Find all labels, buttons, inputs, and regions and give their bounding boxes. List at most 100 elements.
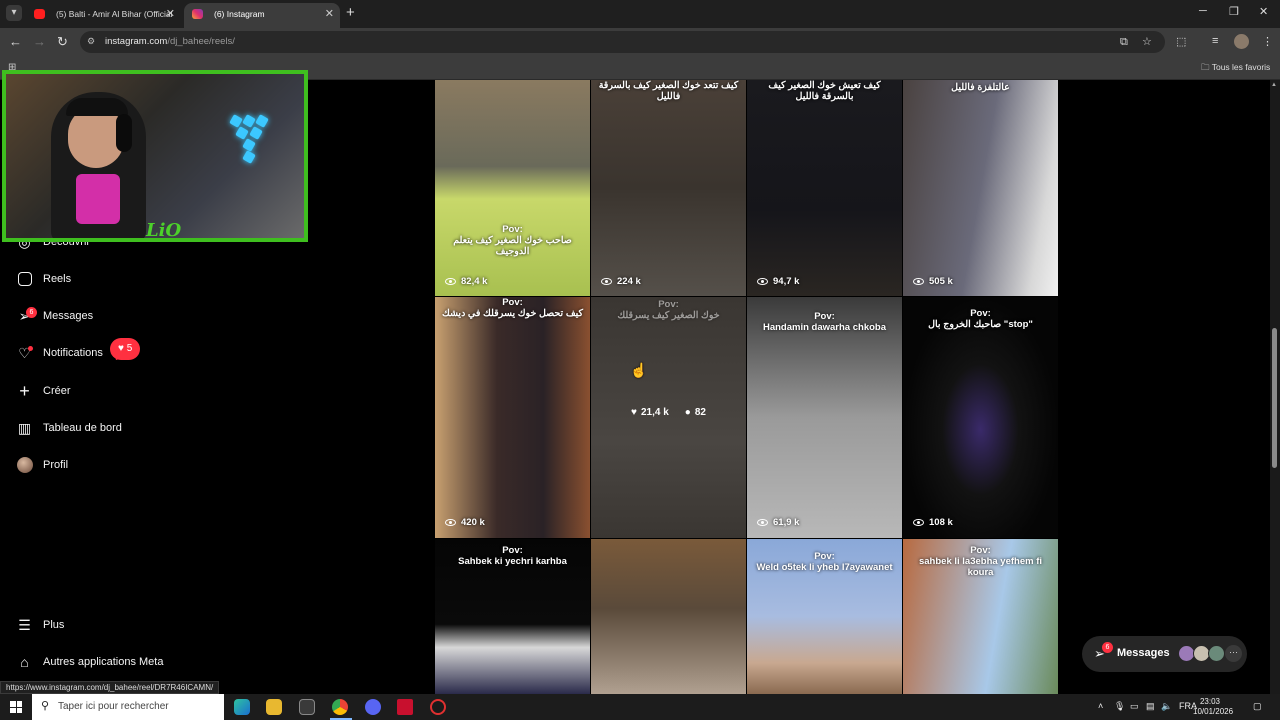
new-tab-button[interactable]: + [346, 4, 355, 21]
close-icon[interactable]: ✕ [325, 3, 334, 25]
forward-icon[interactable]: → [33, 34, 46, 49]
reel-tile[interactable]: Pov: كيف تحصل خوك يسرقلك في ديشك 420 k [435, 297, 590, 538]
reel-tile[interactable]: Pov: Sahbek ki yechri karhba [435, 539, 590, 694]
sidebar-item-notifications[interactable]: ♡ Notifications [16, 341, 103, 365]
view-count: 61,9 k [757, 517, 799, 528]
back-icon[interactable]: ← [9, 34, 22, 49]
notification-center-icon[interactable]: ▢ [1253, 701, 1262, 712]
reel-caption: كيف تتعد خوك الصغير كيف بالسرقة فالليل [598, 80, 739, 102]
likes-stat: ♥ 21,4 k [631, 407, 669, 418]
mic-icon[interactable]: 🎙 [1114, 701, 1125, 712]
messages-label: Messages [1117, 647, 1170, 659]
messages-floating-button[interactable]: ➢ 6 Messages ··· [1082, 636, 1247, 672]
close-icon[interactable]: ✕ [166, 3, 175, 25]
address-bar[interactable]: ⚙ instagram.com/dj_bahee/reels/ ⧉ ☆ [80, 31, 1165, 53]
sidebar-item-dashboard[interactable]: ▥ Tableau de bord [16, 416, 122, 440]
reel-tile[interactable]: Pov: صاحبك الخروج بال "stop" 108 k [903, 297, 1058, 538]
store-icon[interactable] [299, 699, 315, 715]
browser-tab-bar: ▾ (5) Balti - Amir Al Bihar (Official ✕ … [0, 0, 1280, 28]
edge-icon[interactable] [234, 699, 250, 715]
profile-avatar[interactable] [1234, 34, 1249, 49]
close-window-icon[interactable]: ✕ [1259, 5, 1268, 18]
voicemod-icon[interactable] [397, 699, 413, 715]
eye-icon [445, 278, 456, 285]
all-bookmarks-button[interactable]: 🗀 Tous les favoris [1201, 62, 1270, 76]
eye-icon [913, 519, 924, 526]
messages-badge: 6 [1102, 642, 1113, 653]
file-explorer-icon[interactable] [266, 699, 282, 715]
install-app-icon[interactable]: ⧉ [1120, 36, 1128, 49]
scroll-thumb[interactable] [1272, 328, 1277, 468]
scroll-up-icon[interactable]: ▲ [1271, 82, 1277, 88]
site-info-icon[interactable]: ⚙ [87, 36, 95, 47]
network-icon[interactable]: ▤ [1146, 701, 1155, 712]
comments-stat: ● 82 [684, 407, 706, 418]
taskbar-clock[interactable]: 23:03 10/01/2026 [1193, 697, 1233, 717]
sidebar-item-meta-apps[interactable]: ⌂ Autres applications Meta [16, 650, 163, 674]
reload-icon[interactable]: ↻ [57, 34, 68, 50]
tab-search-button[interactable]: ▾ [6, 5, 22, 21]
heart-icon: ♡ [16, 345, 33, 362]
reel-tile[interactable]: Pov: Handamin dawarha chkoba 61,9 k [747, 297, 902, 538]
reel-tile[interactable]: Pov: صاحب خوك الصغير كيف يتعلم الدوجيف 8… [435, 80, 590, 296]
reel-caption: كيف تعيش خوك الصغير كيف بالسرقة فالليل [768, 80, 881, 102]
webcam-overlay: LiO [2, 70, 308, 242]
mouse-cursor: ☝ [630, 362, 648, 378]
menu-icon: ☰ [18, 616, 31, 633]
view-count: 82,4 k [445, 276, 487, 287]
windows-start-icon[interactable] [10, 701, 22, 713]
page-scrollbar[interactable]: ▲ [1270, 80, 1280, 694]
reel-tile[interactable]: Pov: Weld o5tek li yheb l7ayawanet [747, 539, 902, 694]
reel-caption: عالتلفزة فالليل [951, 82, 1010, 93]
volume-icon[interactable]: 🔈 [1161, 701, 1172, 712]
notifications-pill[interactable]: ♥ 5 [110, 338, 141, 360]
reels-icon [16, 271, 33, 288]
reel-hover-stats: ♥ 21,4 k ● 82 [591, 407, 746, 418]
discord-icon[interactable] [365, 699, 381, 715]
media-control-icon[interactable]: ≡ [1212, 35, 1218, 47]
light-panel [255, 114, 269, 128]
reel-caption: Pov: صاحب خوك الصغير كيف يتعلم الدوجيف [453, 224, 572, 257]
extensions-icon[interactable]: ⬚ [1176, 35, 1186, 48]
sidebar-item-profile[interactable]: Profil [16, 453, 68, 477]
streamer-cap [66, 98, 128, 116]
tab-title: (6) Instagram [214, 9, 265, 19]
sidebar-item-more[interactable]: ☰ Plus [16, 613, 64, 637]
view-count: 94,7 k [757, 276, 799, 287]
bookmark-star-icon[interactable]: ☆ [1142, 35, 1152, 48]
light-panel [242, 150, 256, 164]
reel-tile[interactable]: كيف تتعد خوك الصغير كيف بالسرقة فالليل 2… [591, 80, 746, 296]
menu-kebab-icon[interactable]: ⋮ [1262, 35, 1273, 48]
eye-icon [601, 278, 612, 285]
restore-icon[interactable]: ❐ [1229, 5, 1239, 18]
reel-tile[interactable]: عالتلفزة فالليل 505 k [903, 80, 1058, 296]
send-icon: ➢ 6 [16, 306, 37, 325]
sidebar-item-reels[interactable]: Reels [16, 267, 71, 291]
chrome-icon[interactable] [332, 699, 348, 715]
url-text[interactable]: instagram.com/dj_bahee/reels/ [105, 36, 235, 47]
windows-taskbar: ⚲ Taper ici pour rechercher ˄ 🎙 ▭ ▤ 🔈 FR… [0, 694, 1280, 720]
sidebar-item-create[interactable]: + Créer [16, 379, 70, 403]
obs-icon[interactable] [430, 699, 446, 715]
avatar [1208, 645, 1225, 662]
taskbar-search[interactable]: ⚲ Taper ici pour rechercher [32, 694, 224, 720]
view-count: 505 k [913, 276, 953, 287]
display-icon[interactable]: ▭ [1130, 701, 1139, 712]
light-panel [249, 126, 263, 140]
minimize-icon[interactable]: ─ [1199, 5, 1207, 17]
reel-tile[interactable] [591, 539, 746, 694]
eye-icon [757, 278, 768, 285]
reel-tile[interactable]: كيف تعيش خوك الصغير كيف بالسرقة فالليل 9… [747, 80, 902, 296]
tab-youtube[interactable]: (5) Balti - Amir Al Bihar (Official ✕ [26, 3, 181, 28]
sidebar-item-messages[interactable]: ➢ 6 Messages [16, 304, 93, 328]
reel-tile[interactable]: Pov: sahbek li la3ebha yefhem fi koura [903, 539, 1058, 694]
reel-caption: Pov: Weld o5tek li yheb l7ayawanet [756, 551, 893, 573]
heart-icon: ♥ [631, 407, 637, 418]
chevron-up-icon[interactable]: ˄ [1098, 701, 1103, 711]
reel-tile-hovered[interactable]: Pov: خوك الصغير كيف يسرقلك ♥ 21,4 k ● 82 [591, 297, 746, 538]
reel-caption: Pov: كيف تحصل خوك يسرقلك في ديشك [441, 297, 584, 319]
view-count: 224 k [601, 276, 641, 287]
reel-caption: Pov: Handamin dawarha chkoba [762, 311, 886, 333]
tab-instagram[interactable]: (6) Instagram ✕ [184, 3, 340, 28]
avatar [16, 457, 33, 474]
